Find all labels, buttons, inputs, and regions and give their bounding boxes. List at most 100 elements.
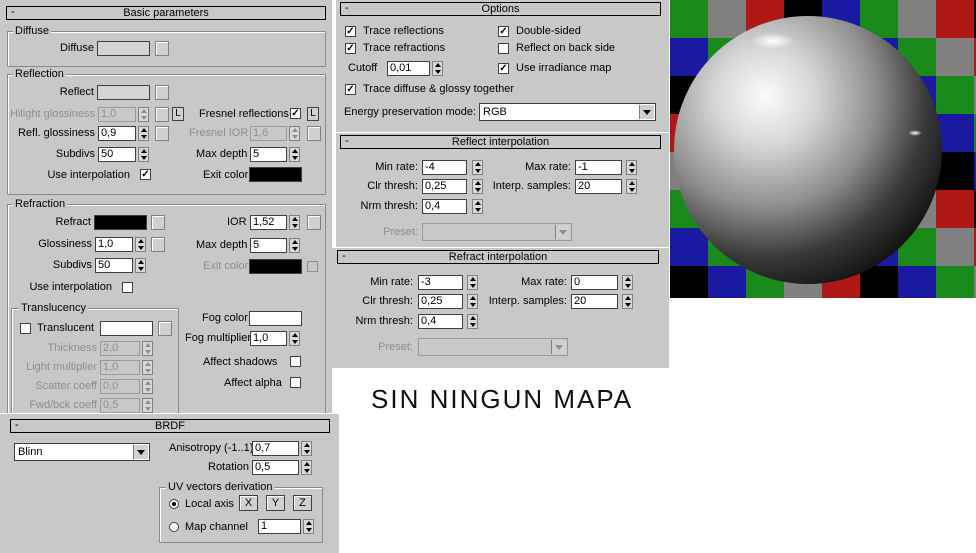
refract-interp-samples-field[interactable]: 20 [571, 294, 618, 309]
translucent-checkbox[interactable] [20, 323, 31, 334]
refract-min-rate-field[interactable]: -3 [418, 275, 463, 290]
exit-color-swatch[interactable] [249, 167, 302, 182]
hilight-glossiness-spinner[interactable] [138, 107, 149, 122]
refraction-use-interpolation-checkbox[interactable] [122, 282, 133, 293]
reflect-nrm-thresh-spinner[interactable] [472, 199, 483, 214]
fresnel-reflections-checkbox[interactable]: ✓ [290, 108, 301, 119]
fresnel-ior-spinner[interactable] [289, 126, 300, 141]
hilight-glossiness-map-button[interactable] [155, 107, 169, 122]
refract-clr-thresh-spinner[interactable] [467, 294, 478, 309]
use-interpolation-checkbox[interactable]: ✓ [140, 169, 151, 180]
scatter-coeff-field[interactable]: 0,0 [100, 379, 140, 394]
thickness-field[interactable]: 2,0 [100, 341, 140, 356]
light-multiplier-spinner[interactable] [142, 360, 153, 375]
trace-diffuse-checkbox[interactable]: ✓ [345, 84, 356, 95]
reflect-nrm-thresh-field[interactable]: 0,4 [422, 199, 467, 214]
subdivs-field[interactable]: 50 [98, 147, 136, 162]
trace-refractions-checkbox[interactable]: ✓ [345, 43, 356, 54]
anisotropy-field[interactable]: 0,7 [252, 441, 299, 456]
hilight-lock-button[interactable]: L [172, 107, 184, 121]
reflect-color-swatch[interactable] [97, 85, 150, 100]
brdf-rollout-header[interactable]: - BRDF [10, 419, 330, 433]
reflect-preset-dropdown[interactable] [422, 223, 572, 241]
reflect-max-rate-field[interactable]: -1 [575, 160, 622, 175]
refl-glossiness-map-button[interactable] [155, 126, 169, 141]
brdf-type-dropdown[interactable]: Blinn [14, 443, 150, 461]
refract-nrm-thresh-field[interactable]: 0,4 [418, 314, 463, 329]
fresnel-lock-button[interactable]: L [307, 107, 319, 121]
refraction-exit-color-checkbox[interactable] [307, 261, 318, 272]
use-irradiance-checkbox[interactable]: ✓ [498, 63, 509, 74]
refract-color-swatch[interactable] [94, 215, 147, 230]
glossiness-map-button[interactable] [151, 237, 165, 252]
axis-y-button[interactable]: Y [266, 495, 285, 511]
refraction-max-depth-spinner[interactable] [289, 238, 300, 253]
thickness-spinner[interactable] [142, 341, 153, 356]
hilight-glossiness-field[interactable]: 1,0 [98, 107, 136, 122]
reflect-min-rate-spinner[interactable] [472, 160, 483, 175]
fresnel-ior-field[interactable]: 1,6 [250, 126, 287, 141]
reflect-interpolation-rollout-header[interactable]: - Reflect interpolation [340, 135, 661, 149]
fog-multiplier-field[interactable]: 1,0 [250, 331, 287, 346]
refract-preset-dropdown[interactable] [418, 338, 568, 356]
refl-glossiness-field[interactable]: 0,9 [98, 126, 136, 141]
refract-max-rate-field[interactable]: 0 [571, 275, 618, 290]
chevron-down-icon[interactable] [555, 225, 570, 239]
trace-reflections-checkbox[interactable]: ✓ [345, 26, 356, 37]
cutoff-spinner[interactable] [432, 61, 443, 76]
map-channel-spinner[interactable] [303, 519, 314, 534]
reflect-clr-thresh-field[interactable]: 0,25 [422, 179, 467, 194]
axis-z-button[interactable]: Z [293, 495, 312, 511]
scatter-coeff-spinner[interactable] [142, 379, 153, 394]
refract-max-rate-spinner[interactable] [622, 275, 633, 290]
reflect-interp-samples-spinner[interactable] [626, 179, 637, 194]
refract-map-button[interactable] [151, 215, 165, 230]
diffuse-map-button[interactable] [155, 41, 169, 56]
fwd-bck-coeff-spinner[interactable] [142, 398, 153, 413]
light-multiplier-field[interactable]: 1,0 [100, 360, 140, 375]
reflect-min-rate-field[interactable]: -4 [422, 160, 467, 175]
fresnel-ior-map-button[interactable] [307, 126, 321, 141]
basic-parameters-rollout-header[interactable]: - Basic parameters [6, 6, 326, 20]
max-depth-field[interactable]: 5 [250, 147, 287, 162]
ior-map-button[interactable] [307, 215, 321, 230]
refraction-exit-color-swatch[interactable] [249, 259, 302, 274]
refract-min-rate-spinner[interactable] [467, 275, 478, 290]
refract-interpolation-rollout-header[interactable]: - Refract interpolation [337, 250, 659, 264]
refraction-max-depth-field[interactable]: 5 [250, 238, 287, 253]
anisotropy-spinner[interactable] [301, 441, 312, 456]
translucent-color-swatch[interactable] [100, 321, 153, 336]
subdivs-spinner[interactable] [138, 147, 149, 162]
fwd-bck-coeff-field[interactable]: 0,5 [100, 398, 140, 413]
rotation-spinner[interactable] [301, 460, 312, 475]
glossiness-spinner[interactable] [135, 237, 146, 252]
fog-multiplier-spinner[interactable] [289, 331, 300, 346]
options-rollout-header[interactable]: - Options [340, 2, 661, 16]
reflect-clr-thresh-spinner[interactable] [472, 179, 483, 194]
map-channel-field[interactable]: 1 [258, 519, 301, 534]
ior-field[interactable]: 1,52 [250, 215, 287, 230]
reflect-back-side-checkbox[interactable] [498, 43, 509, 54]
ior-spinner[interactable] [289, 215, 300, 230]
diffuse-color-swatch[interactable] [97, 41, 150, 56]
double-sided-checkbox[interactable]: ✓ [498, 26, 509, 37]
axis-x-button[interactable]: X [239, 495, 258, 511]
refraction-subdivs-field[interactable]: 50 [95, 258, 133, 273]
glossiness-field[interactable]: 1,0 [95, 237, 133, 252]
local-axis-radio[interactable] [169, 499, 179, 509]
energy-mode-dropdown[interactable]: RGB [479, 103, 656, 121]
translucent-map-button[interactable] [158, 321, 172, 336]
reflect-interp-samples-field[interactable]: 20 [575, 179, 622, 194]
refract-clr-thresh-field[interactable]: 0,25 [418, 294, 463, 309]
refl-glossiness-spinner[interactable] [138, 126, 149, 141]
rotation-field[interactable]: 0,5 [252, 460, 299, 475]
refraction-subdivs-spinner[interactable] [135, 258, 146, 273]
max-depth-spinner[interactable] [289, 147, 300, 162]
refract-interp-samples-spinner[interactable] [622, 294, 633, 309]
map-channel-radio[interactable] [169, 522, 179, 532]
chevron-down-icon[interactable] [639, 105, 654, 119]
reflect-max-rate-spinner[interactable] [626, 160, 637, 175]
cutoff-field[interactable]: 0,01 [387, 61, 430, 76]
chevron-down-icon[interactable] [133, 445, 148, 459]
affect-shadows-checkbox[interactable] [290, 356, 301, 367]
